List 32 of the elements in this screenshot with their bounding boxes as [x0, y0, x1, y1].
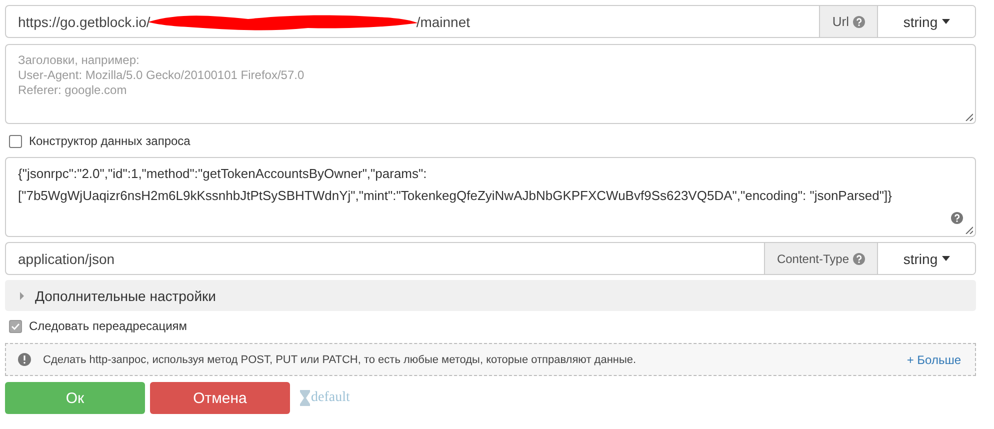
url-text: /mainnet [416, 14, 470, 30]
hint-text: Сделать http-запрос, используя метод POST, PUT или PATCH, то есть любые методы, которые отправляют данные. [43, 354, 636, 366]
advanced-settings-toggle[interactable]: Дополнительные настройки [5, 280, 976, 311]
checkbox-label: Следовать переадресациям [29, 319, 188, 333]
addon-label: Url [832, 14, 849, 29]
caret-icon [19, 292, 25, 300]
checkbox-label: Конструктор данных запроса [29, 134, 190, 148]
body-field[interactable]: {"jsonrpc":"2.0","id":1,"method":"getTokenAccountsByOwner","params": ["7b5WgWjUaqizr6nsH2m6L9kKssnhbJtPtSySBHTWdnYj","mint":"TokenkegQfeZyiNwAJbNbGKPFXCWuBvf9Ss623VQ5DA","encoding": "jsonParsed"]} [5, 157, 976, 237]
check-icon [11, 322, 20, 330]
resize-handle-icon[interactable] [965, 226, 973, 234]
help-icon[interactable] [853, 252, 865, 264]
checkbox[interactable] [9, 320, 22, 332]
url-text: https://go.getblock.io/ [18, 14, 150, 30]
resize-handle-icon[interactable] [965, 113, 973, 121]
hourglass-icon [300, 390, 310, 406]
type-select[interactable]: string [877, 243, 975, 274]
addon-label: Content-Type [776, 252, 849, 266]
type-select[interactable]: string [877, 6, 975, 37]
url-field[interactable]: https://go.getblock.io/ /mainnet Url string [5, 5, 976, 38]
help-icon[interactable] [853, 16, 865, 28]
alert-icon [18, 353, 31, 366]
content-type-field[interactable]: application/json Content-Type string [5, 242, 976, 275]
more-link[interactable]: + Больше [906, 352, 961, 366]
help-icon[interactable] [951, 212, 963, 224]
body-text-line: {"jsonrpc":"2.0","id":1,"method":"getTokenAccountsByOwner","params": [18, 165, 428, 183]
caret-icon [942, 256, 950, 261]
content-type-text: application/json [18, 250, 115, 266]
checkbox[interactable] [9, 134, 22, 148]
caret-icon [942, 19, 950, 24]
cancel-button[interactable]: Отмена [150, 382, 290, 414]
headers-placeholder: Заголовки, например: User-Agent: Mozilla/5.0 Gecko/20100101 Firefox/57.0 Referer: google.com [18, 53, 306, 98]
body-text-line: ["7b5WgWjUaqizr6nsH2m6L9kKssnhbJtPtSySBHTWdnYj","mint":"TokenkegQfeZyiNwAJbNbGKPFXCWuBvf9Ss623VQ5DA","encoding": "jsonParsed"]} [18, 187, 893, 205]
